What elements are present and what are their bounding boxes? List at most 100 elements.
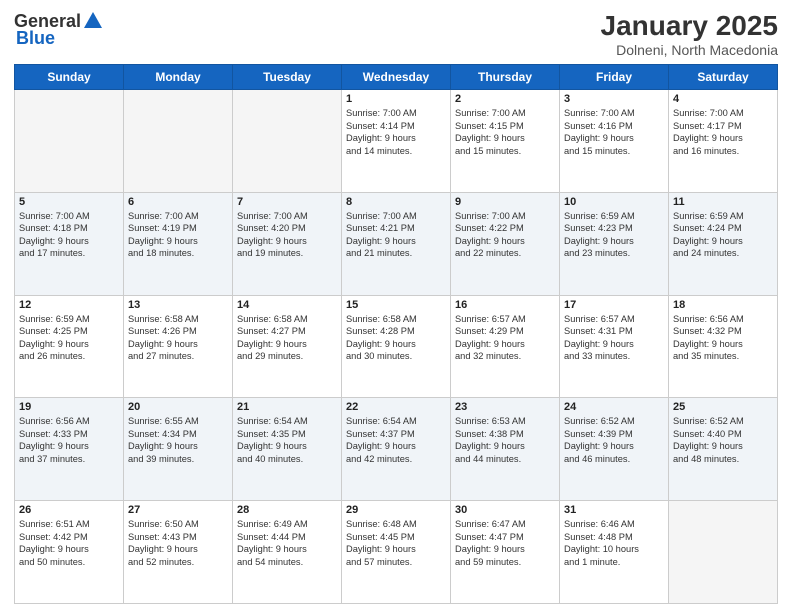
day-info: Sunrise: 6:49 AM Sunset: 4:44 PM Dayligh…	[237, 518, 337, 568]
day-number: 2	[455, 93, 555, 105]
calendar-header-row: Sunday Monday Tuesday Wednesday Thursday…	[15, 65, 778, 90]
table-row	[233, 90, 342, 193]
day-number: 23	[455, 401, 555, 413]
day-info: Sunrise: 6:46 AM Sunset: 4:48 PM Dayligh…	[564, 518, 664, 568]
day-info: Sunrise: 6:54 AM Sunset: 4:35 PM Dayligh…	[237, 415, 337, 465]
table-row: 8 Sunrise: 7:00 AM Sunset: 4:21 PM Daylig…	[342, 192, 451, 295]
table-row: 3 Sunrise: 7:00 AM Sunset: 4:16 PM Daylig…	[560, 90, 669, 193]
day-number: 5	[19, 196, 119, 208]
col-wednesday: Wednesday	[342, 65, 451, 90]
col-thursday: Thursday	[451, 65, 560, 90]
table-row: 13 Sunrise: 6:58 AM Sunset: 4:26 PM Dayli…	[124, 295, 233, 398]
table-row: 23 Sunrise: 6:53 AM Sunset: 4:38 PM Dayli…	[451, 398, 560, 501]
table-row	[15, 90, 124, 193]
day-number: 29	[346, 504, 446, 516]
day-number: 4	[673, 93, 773, 105]
day-number: 21	[237, 401, 337, 413]
day-info: Sunrise: 7:00 AM Sunset: 4:15 PM Dayligh…	[455, 107, 555, 157]
day-info: Sunrise: 6:58 AM Sunset: 4:27 PM Dayligh…	[237, 313, 337, 363]
month-year: January 2025	[601, 10, 778, 42]
day-number: 19	[19, 401, 119, 413]
table-row: 24 Sunrise: 6:52 AM Sunset: 4:39 PM Dayli…	[560, 398, 669, 501]
table-row: 7 Sunrise: 7:00 AM Sunset: 4:20 PM Daylig…	[233, 192, 342, 295]
calendar-week-row: 1 Sunrise: 7:00 AM Sunset: 4:14 PM Daylig…	[15, 90, 778, 193]
calendar-week-row: 19Sunrise: 6:56 AM Sunset: 4:33 PM Dayli…	[15, 398, 778, 501]
day-number: 26	[19, 504, 119, 516]
day-info: Sunrise: 6:58 AM Sunset: 4:26 PM Dayligh…	[128, 313, 228, 363]
table-row: 22Sunrise: 6:54 AM Sunset: 4:37 PM Dayli…	[342, 398, 451, 501]
day-info: Sunrise: 6:59 AM Sunset: 4:24 PM Dayligh…	[673, 210, 773, 260]
day-info: Sunrise: 7:00 AM Sunset: 4:20 PM Dayligh…	[237, 210, 337, 260]
calendar-week-row: 12 Sunrise: 6:59 AM Sunset: 4:25 PM Dayli…	[15, 295, 778, 398]
day-info: Sunrise: 6:59 AM Sunset: 4:23 PM Dayligh…	[564, 210, 664, 260]
table-row: 28 Sunrise: 6:49 AM Sunset: 4:44 PM Dayli…	[233, 501, 342, 604]
day-number: 30	[455, 504, 555, 516]
table-row: 25 Sunrise: 6:52 AM Sunset: 4:40 PM Dayli…	[669, 398, 778, 501]
day-info: Sunrise: 6:56 AM Sunset: 4:32 PM Dayligh…	[673, 313, 773, 363]
day-number: 28	[237, 504, 337, 516]
day-info: Sunrise: 7:00 AM Sunset: 4:16 PM Dayligh…	[564, 107, 664, 157]
day-number: 1	[346, 93, 446, 105]
col-monday: Monday	[124, 65, 233, 90]
day-info: Sunrise: 7:00 AM Sunset: 4:14 PM Dayligh…	[346, 107, 446, 157]
col-tuesday: Tuesday	[233, 65, 342, 90]
day-info: Sunrise: 6:48 AM Sunset: 4:45 PM Dayligh…	[346, 518, 446, 568]
day-number: 27	[128, 504, 228, 516]
day-info: Sunrise: 6:53 AM Sunset: 4:38 PM Dayligh…	[455, 415, 555, 465]
table-row: 16Sunrise: 6:57 AM Sunset: 4:29 PM Dayli…	[451, 295, 560, 398]
table-row: 27 Sunrise: 6:50 AM Sunset: 4:43 PM Dayli…	[124, 501, 233, 604]
calendar-week-row: 5 Sunrise: 7:00 AM Sunset: 4:18 PM Daylig…	[15, 192, 778, 295]
location: Dolneni, North Macedonia	[601, 42, 778, 58]
day-number: 13	[128, 299, 228, 311]
day-info: Sunrise: 6:58 AM Sunset: 4:28 PM Dayligh…	[346, 313, 446, 363]
table-row: 29 Sunrise: 6:48 AM Sunset: 4:45 PM Dayli…	[342, 501, 451, 604]
day-info: Sunrise: 7:00 AM Sunset: 4:19 PM Dayligh…	[128, 210, 228, 260]
table-row: 9 Sunrise: 7:00 AM Sunset: 4:22 PM Daylig…	[451, 192, 560, 295]
day-info: Sunrise: 7:00 AM Sunset: 4:22 PM Dayligh…	[455, 210, 555, 260]
day-number: 8	[346, 196, 446, 208]
day-number: 17	[564, 299, 664, 311]
day-info: Sunrise: 6:50 AM Sunset: 4:43 PM Dayligh…	[128, 518, 228, 568]
day-info: Sunrise: 7:00 AM Sunset: 4:18 PM Dayligh…	[19, 210, 119, 260]
table-row: 17Sunrise: 6:57 AM Sunset: 4:31 PM Dayli…	[560, 295, 669, 398]
day-number: 11	[673, 196, 773, 208]
table-row: 11 Sunrise: 6:59 AM Sunset: 4:24 PM Dayli…	[669, 192, 778, 295]
table-row: 20Sunrise: 6:55 AM Sunset: 4:34 PM Dayli…	[124, 398, 233, 501]
logo-icon	[82, 10, 104, 32]
table-row: 21 Sunrise: 6:54 AM Sunset: 4:35 PM Dayli…	[233, 398, 342, 501]
day-info: Sunrise: 6:52 AM Sunset: 4:39 PM Dayligh…	[564, 415, 664, 465]
day-info: Sunrise: 6:57 AM Sunset: 4:29 PM Dayligh…	[455, 313, 555, 363]
day-number: 7	[237, 196, 337, 208]
table-row: 19Sunrise: 6:56 AM Sunset: 4:33 PM Dayli…	[15, 398, 124, 501]
day-number: 9	[455, 196, 555, 208]
day-number: 14	[237, 299, 337, 311]
day-number: 25	[673, 401, 773, 413]
day-number: 3	[564, 93, 664, 105]
day-info: Sunrise: 7:00 AM Sunset: 4:17 PM Dayligh…	[673, 107, 773, 157]
day-info: Sunrise: 6:51 AM Sunset: 4:42 PM Dayligh…	[19, 518, 119, 568]
calendar-table: Sunday Monday Tuesday Wednesday Thursday…	[14, 64, 778, 604]
day-info: Sunrise: 6:59 AM Sunset: 4:25 PM Dayligh…	[19, 313, 119, 363]
table-row: 18Sunrise: 6:56 AM Sunset: 4:32 PM Dayli…	[669, 295, 778, 398]
table-row: 30 Sunrise: 6:47 AM Sunset: 4:47 PM Dayli…	[451, 501, 560, 604]
table-row: 12 Sunrise: 6:59 AM Sunset: 4:25 PM Dayli…	[15, 295, 124, 398]
day-info: Sunrise: 6:52 AM Sunset: 4:40 PM Dayligh…	[673, 415, 773, 465]
calendar-week-row: 26 Sunrise: 6:51 AM Sunset: 4:42 PM Dayli…	[15, 501, 778, 604]
table-row: 6 Sunrise: 7:00 AM Sunset: 4:19 PM Daylig…	[124, 192, 233, 295]
table-row: 5 Sunrise: 7:00 AM Sunset: 4:18 PM Daylig…	[15, 192, 124, 295]
table-row: 2 Sunrise: 7:00 AM Sunset: 4:15 PM Daylig…	[451, 90, 560, 193]
day-number: 22	[346, 401, 446, 413]
day-info: Sunrise: 6:47 AM Sunset: 4:47 PM Dayligh…	[455, 518, 555, 568]
day-number: 6	[128, 196, 228, 208]
page-header: General Blue January 2025 Dolneni, North…	[14, 10, 778, 58]
day-info: Sunrise: 7:00 AM Sunset: 4:21 PM Dayligh…	[346, 210, 446, 260]
table-row: 26 Sunrise: 6:51 AM Sunset: 4:42 PM Dayli…	[15, 501, 124, 604]
day-number: 15	[346, 299, 446, 311]
title-section: January 2025 Dolneni, North Macedonia	[601, 10, 778, 58]
table-row: 1 Sunrise: 7:00 AM Sunset: 4:14 PM Daylig…	[342, 90, 451, 193]
day-number: 20	[128, 401, 228, 413]
table-row: 10Sunrise: 6:59 AM Sunset: 4:23 PM Dayli…	[560, 192, 669, 295]
day-number: 12	[19, 299, 119, 311]
col-saturday: Saturday	[669, 65, 778, 90]
day-number: 24	[564, 401, 664, 413]
